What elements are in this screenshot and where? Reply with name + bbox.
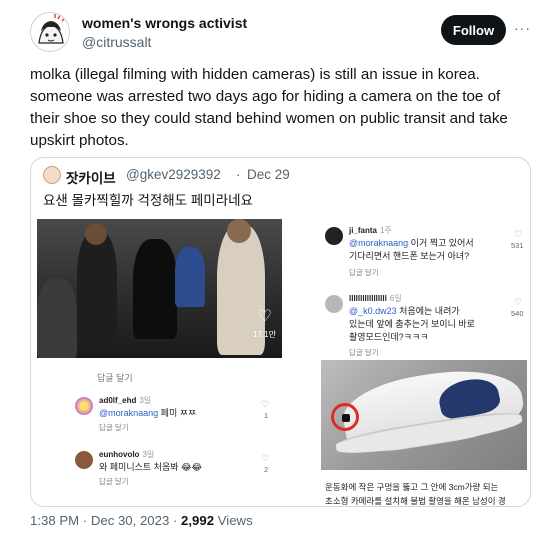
more-options-icon[interactable]: ··· xyxy=(514,20,531,36)
follow-button[interactable]: Follow xyxy=(441,15,506,45)
quote-separator: · xyxy=(236,167,241,182)
comment-author: eunhovolo xyxy=(99,450,140,459)
comment-item: ad0lf_ehd 3일 @moraknaang 페미 ㅉㅉ 답글 달기 ♡ 1 xyxy=(75,395,275,445)
views-label: Views xyxy=(214,513,253,528)
meta-separator: · xyxy=(79,513,91,528)
comment-author: ad0lf_ehd xyxy=(99,396,137,405)
author-name[interactable]: women's wrongs activist xyxy=(82,15,247,31)
news-caption: 운동화에 작은 구멍을 뚫고 그 안에 3cm가량 되는 초소형 카메라를 설치… xyxy=(325,480,506,506)
video-view-count: 17.1만 xyxy=(253,330,276,339)
video-heart-icon: ♡ xyxy=(257,308,272,325)
comment-author: lllllllllllllllll xyxy=(349,294,387,303)
author-handle[interactable]: @citrussalt xyxy=(82,34,151,50)
quoted-tweet[interactable]: 잣카이브 @gkev2929392 · Dec 29 요샌 몰카찍힐까 걱정해도… xyxy=(30,157,531,507)
quote-author-avatar xyxy=(43,166,61,184)
comment-mention: @moraknaang xyxy=(99,408,159,418)
comment-item: lllllllllllllllll 6일 @_k0.dw23 처음에는 내려가있는… xyxy=(325,293,525,359)
comment-text-line3: 촬영모드인데?ㅋㅋㅋ xyxy=(349,332,429,342)
comment-time: 1주 xyxy=(380,226,392,235)
reply-label: 답글 달기 xyxy=(349,268,379,277)
comment-mention: @_k0.dw23 xyxy=(349,306,397,316)
tweet-meta: 1:38 PM · Dec 30, 2023 · 2,992 Views xyxy=(30,513,253,528)
comment-time: 6일 xyxy=(389,294,402,303)
tweet-date[interactable]: Dec 30, 2023 xyxy=(91,513,169,528)
comment-heart-icon: ♡ xyxy=(514,229,523,239)
hidden-camera-highlight xyxy=(331,403,359,431)
quote-text: 요샌 몰카찍힐까 걱정해도 페미라네요 xyxy=(43,193,253,208)
caption-line2: 초소형 카메라를 설치해 불법 촬영을 해온 남성이 경 xyxy=(325,496,506,506)
tweet-text: molka (illegal filming with hidden camer… xyxy=(30,66,508,149)
quote-author-handle: @gkev2929392 xyxy=(126,167,221,182)
reply-label: 답글 달기 xyxy=(99,477,129,486)
camera-lens-icon xyxy=(342,414,350,422)
reply-label: 답글 달기 xyxy=(349,348,379,357)
comment-mention: @moraknaang xyxy=(349,238,409,248)
comment-avatar xyxy=(75,451,93,469)
video-thumbnail xyxy=(37,219,282,358)
reply-label: 답글 달기 xyxy=(99,423,129,432)
comment-time: 3일 xyxy=(139,396,152,405)
comment-like-count: 1 xyxy=(264,411,269,420)
comment-avatar xyxy=(325,227,343,245)
tweet-header: women's wrongs activist @citrussalt Foll… xyxy=(30,12,530,56)
comment-text-line2: 기다리면서 핸드폰 보는거 아녀? xyxy=(349,251,470,261)
left-screenshot-image[interactable]: ♡ 17.1만 답글 달기 ad0lf_ehd 3일 @moraknaang 페미… xyxy=(37,219,282,506)
view-count: 2,992 xyxy=(181,513,215,528)
quote-date: Dec 29 xyxy=(247,167,290,182)
comment-time: 3일 xyxy=(142,450,155,459)
comment-item: ji_fanta 1주 @moraknaang 이거 찍고 있어서기다리면서 핸드… xyxy=(325,225,525,285)
comment-text: 와 페미니스트 처음봐 😂😂 xyxy=(99,462,203,472)
comment-item: eunhovolo 3일 와 페미니스트 처음봐 😂😂 답글 달기 ♡ 2 xyxy=(75,449,275,499)
comment-heart-icon: ♡ xyxy=(261,453,270,463)
quote-author-name: 잣카이브 xyxy=(66,171,116,186)
author-avatar[interactable] xyxy=(30,12,70,52)
comment-like-count: 531 xyxy=(511,241,524,250)
shoe-photo xyxy=(321,360,527,470)
comment-text-line1: 처음에는 내려가 xyxy=(396,306,460,316)
right-screenshot-image[interactable]: ji_fanta 1주 @moraknaang 이거 찍고 있어서기다리면서 핸드… xyxy=(315,219,528,506)
cut-reply-label: 답글 달기 xyxy=(97,373,133,383)
avatar-illustration xyxy=(31,13,69,51)
comment-heart-icon: ♡ xyxy=(514,297,523,307)
comment-like-count: 2 xyxy=(264,465,269,474)
meta-separator: · xyxy=(169,513,182,528)
comment-text-line1: 이거 찍고 있어서 xyxy=(408,238,474,248)
tweet-time[interactable]: 1:38 PM xyxy=(30,513,79,528)
comment-avatar xyxy=(75,397,93,415)
comment-text: 페미 ㅉㅉ xyxy=(158,408,197,418)
comment-text-line2: 있는데 앞에 춤추는거 보이니 바로 xyxy=(349,319,475,329)
comment-heart-icon: ♡ xyxy=(261,399,270,409)
comment-like-count: 540 xyxy=(511,309,524,318)
comment-author: ji_fanta xyxy=(349,226,378,235)
comment-avatar xyxy=(325,295,343,313)
caption-line1: 운동화에 작은 구멍을 뚫고 그 안에 3cm가량 되는 xyxy=(325,482,499,492)
